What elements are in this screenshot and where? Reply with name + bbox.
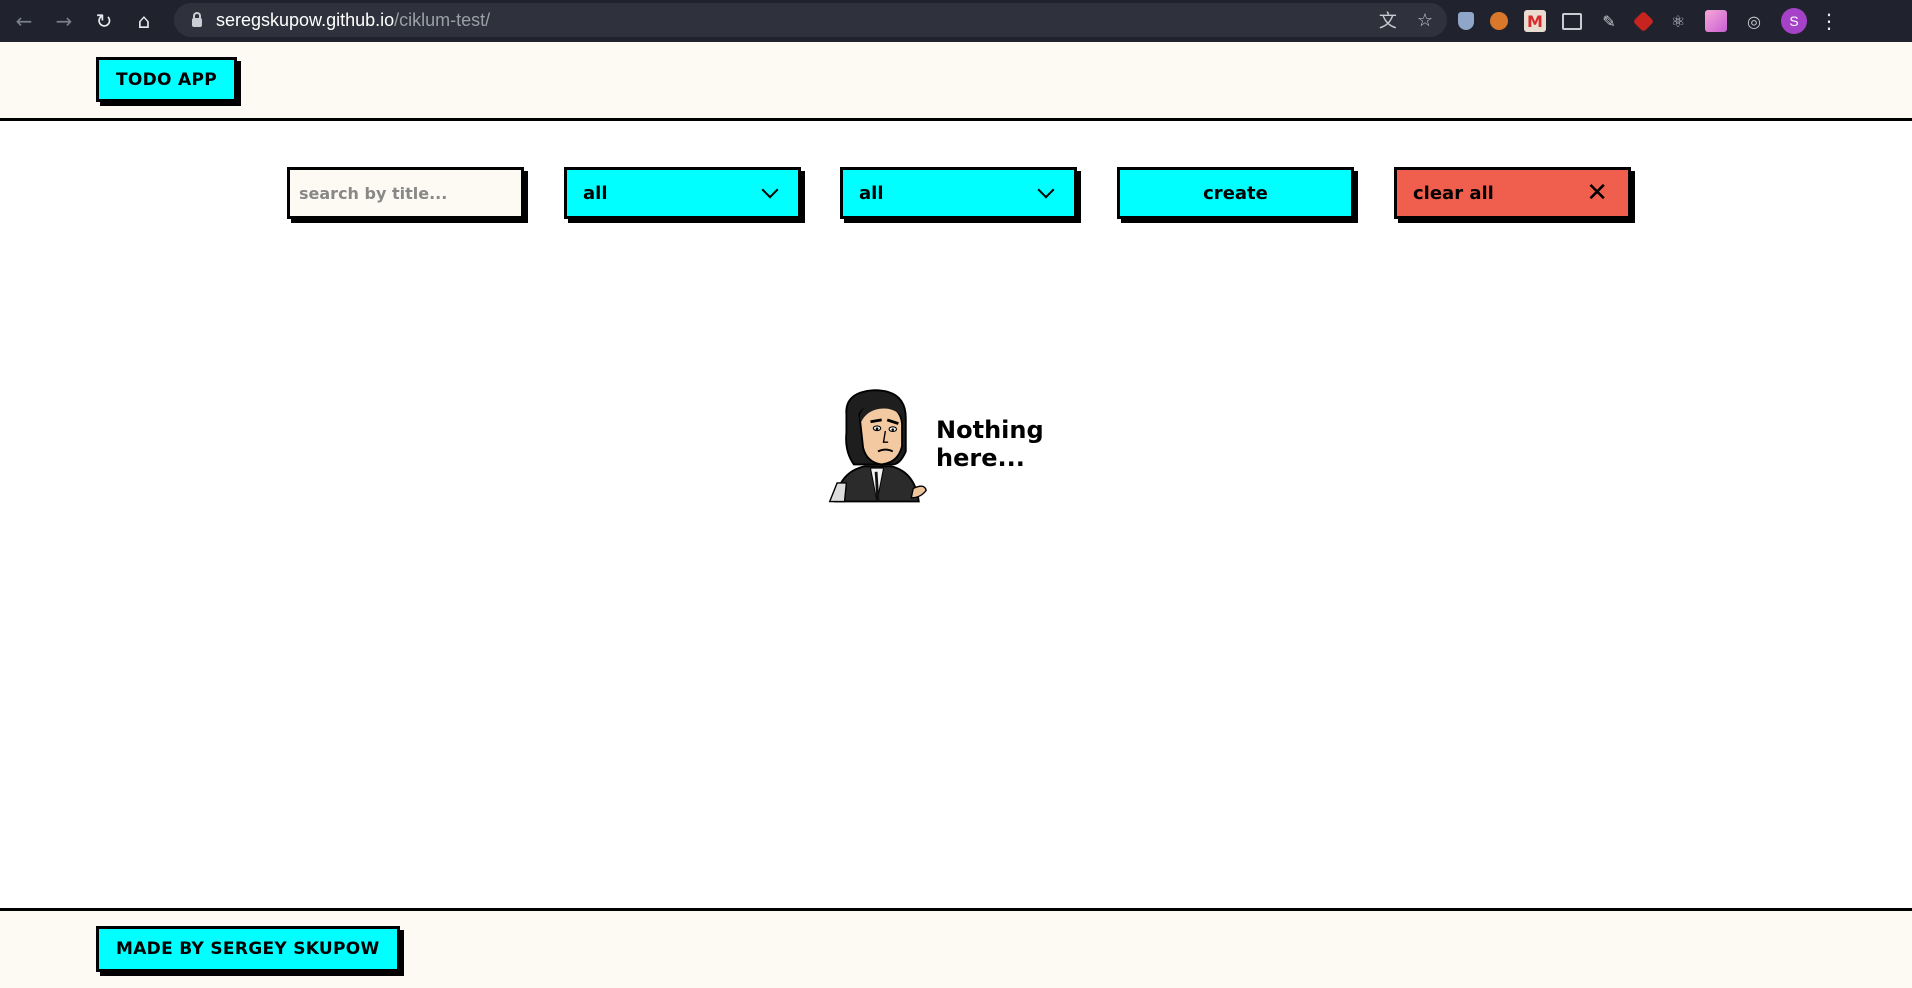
confused-man-illustration bbox=[828, 389, 927, 503]
target-extension-icon[interactable]: ◎ bbox=[1743, 10, 1765, 32]
profile-avatar[interactable]: S bbox=[1781, 8, 1807, 34]
chevron-down-icon bbox=[1037, 181, 1055, 199]
filter-select-two[interactable]: all bbox=[840, 167, 1077, 219]
chevron-down-icon bbox=[761, 181, 779, 199]
clear-all-label: clear all bbox=[1413, 182, 1494, 204]
filter-select-one[interactable]: all bbox=[564, 167, 801, 219]
filter-two-value: all bbox=[859, 182, 884, 204]
back-icon[interactable]: ← bbox=[8, 5, 40, 37]
react-extension-icon[interactable]: ⚛ bbox=[1667, 10, 1689, 32]
author-credit-button[interactable]: MADE BY SERGEY SKUPOW bbox=[96, 926, 400, 972]
url-text[interactable]: seregskupow.github.io/ciklum-test/ bbox=[216, 10, 490, 31]
search-placeholder: search by title... bbox=[299, 183, 448, 203]
empty-state: Nothing here... bbox=[826, 382, 1126, 506]
create-label: create bbox=[1203, 182, 1268, 204]
ruby-extension-icon[interactable] bbox=[1632, 10, 1655, 32]
app-logo[interactable]: TODO APP bbox=[96, 57, 238, 102]
reload-icon[interactable]: ↻ bbox=[88, 5, 120, 37]
controls-toolbar: search by title... all all create clear … bbox=[0, 167, 1912, 221]
clear-all-button[interactable]: clear all ✕ bbox=[1394, 167, 1631, 219]
empty-state-text: Nothing here... bbox=[936, 416, 1044, 472]
forward-icon[interactable]: → bbox=[48, 5, 80, 37]
app-footer: MADE BY SERGEY SKUPOW bbox=[0, 908, 1912, 988]
extensions-bar: M ✎ ⚛ ◎ S ⋮ bbox=[1458, 0, 1839, 42]
lock-icon[interactable] bbox=[192, 11, 202, 27]
menu-icon[interactable]: ⋮ bbox=[1819, 9, 1839, 33]
pen-extension-icon[interactable]: ✎ bbox=[1598, 10, 1620, 32]
shield-extension-icon[interactable] bbox=[1458, 12, 1474, 30]
app-header: TODO APP bbox=[0, 42, 1912, 121]
star-icon[interactable]: ☆ bbox=[1417, 10, 1433, 31]
close-icon: ✕ bbox=[1586, 178, 1608, 208]
gradient-extension-icon[interactable] bbox=[1705, 10, 1727, 32]
filter-one-value: all bbox=[583, 182, 608, 204]
browser-toolbar: ← → ↻ ⌂ seregskupow.github.io/ciklum-tes… bbox=[0, 0, 1912, 42]
picture-in-picture-extension-icon[interactable] bbox=[1562, 12, 1582, 30]
search-input[interactable]: search by title... bbox=[287, 167, 524, 219]
home-icon[interactable]: ⌂ bbox=[128, 5, 160, 37]
address-bar[interactable]: seregskupow.github.io/ciklum-test/ 文 ☆ bbox=[174, 3, 1447, 37]
create-button[interactable]: create bbox=[1117, 167, 1354, 219]
translate-icon[interactable]: 文 bbox=[1379, 7, 1397, 33]
globe-extension-icon[interactable] bbox=[1490, 12, 1508, 30]
mcdonalds-extension-icon[interactable]: M bbox=[1524, 10, 1546, 32]
